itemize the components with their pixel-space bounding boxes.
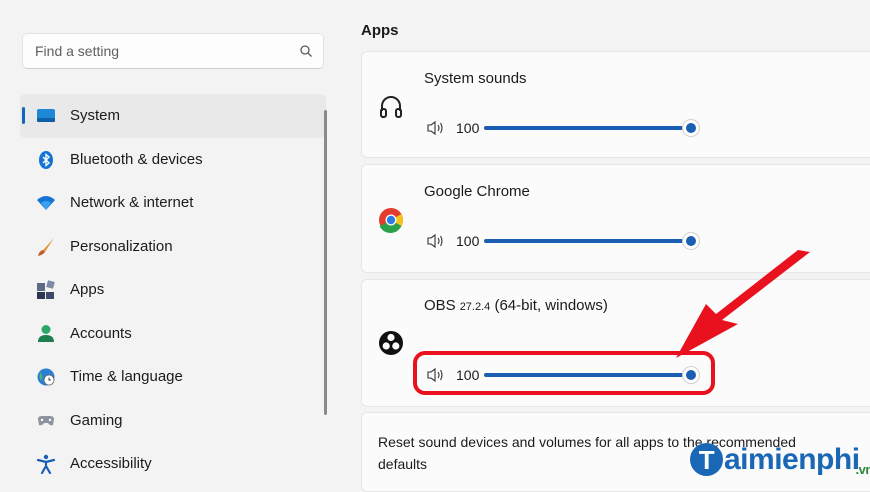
app-name: System sounds	[424, 70, 527, 87]
volume-value: 100	[456, 233, 480, 249]
search-icon[interactable]	[299, 44, 313, 58]
sidebar-item-label: Personalization	[70, 237, 173, 255]
watermark-text: aimienphi	[724, 443, 860, 476]
sidebar-scrollbar[interactable]	[324, 110, 327, 415]
watermark-suffix: .vn	[855, 462, 870, 477]
sidebar-item-time-language[interactable]: Time & language	[20, 355, 326, 399]
sidebar-item-apps[interactable]: Apps	[20, 268, 326, 312]
bluetooth-icon	[39, 150, 53, 169]
sidebar-item-network[interactable]: Network & internet	[20, 181, 326, 225]
speaker-icon[interactable]	[427, 233, 445, 249]
wifi-icon	[37, 196, 55, 210]
sidebar-item-label: Gaming	[70, 411, 123, 429]
sidebar-nav: System Bluetooth & devices Network & int…	[20, 94, 326, 486]
volume-slider-fill	[484, 239, 691, 243]
volume-slider-thumb[interactable]	[683, 120, 699, 136]
section-title: Apps	[361, 22, 399, 39]
sidebar-item-label: Accounts	[70, 324, 132, 342]
sidebar-item-bluetooth[interactable]: Bluetooth & devices	[20, 138, 326, 182]
gamepad-icon	[38, 415, 54, 425]
volume-slider-thumb[interactable]	[683, 233, 699, 249]
globe-clock-icon	[37, 368, 55, 386]
sidebar-item-gaming[interactable]: Gaming	[20, 399, 326, 443]
accessibility-icon	[36, 454, 56, 474]
watermark-badge: T	[690, 443, 723, 476]
sidebar-item-label: Bluetooth & devices	[70, 150, 203, 168]
app-name: OBS 27.2.4 (64-bit, windows)	[424, 297, 608, 314]
app-card-system-sounds: System sounds 100	[361, 51, 870, 158]
sidebar-item-label: System	[70, 107, 121, 125]
volume-control: 100	[427, 232, 707, 250]
apps-icon	[37, 280, 55, 299]
accounts-icon	[38, 324, 54, 342]
sidebar-item-accessibility[interactable]: Accessibility	[20, 442, 326, 486]
brush-icon	[38, 237, 54, 256]
volume-slider[interactable]	[484, 233, 699, 249]
sidebar-item-label: Time & language	[70, 368, 183, 386]
speaker-icon[interactable]	[427, 120, 445, 136]
watermark-logo: Taimienphi.vn	[690, 443, 870, 477]
sidebar-item-accounts[interactable]: Accounts	[20, 312, 326, 356]
system-icon	[37, 109, 55, 122]
sidebar-item-label: Apps	[70, 281, 105, 299]
app-name: Google Chrome	[424, 183, 530, 200]
chrome-icon	[379, 208, 403, 233]
volume-control: 100	[427, 119, 707, 137]
search-box[interactable]	[22, 33, 324, 69]
sidebar-item-personalization[interactable]: Personalization	[20, 225, 326, 269]
headphones-icon	[380, 96, 402, 118]
sidebar-item-label: Network & internet	[70, 194, 194, 212]
sidebar-item-label: Accessibility	[70, 455, 152, 473]
volume-slider[interactable]	[484, 120, 699, 136]
search-input[interactable]	[23, 34, 305, 68]
sidebar-item-system[interactable]: System	[20, 94, 326, 138]
obs-icon	[379, 331, 403, 355]
volume-value: 100	[456, 120, 480, 136]
volume-slider-fill	[484, 126, 691, 130]
active-indicator	[22, 107, 25, 124]
red-arrow-icon	[676, 250, 810, 358]
